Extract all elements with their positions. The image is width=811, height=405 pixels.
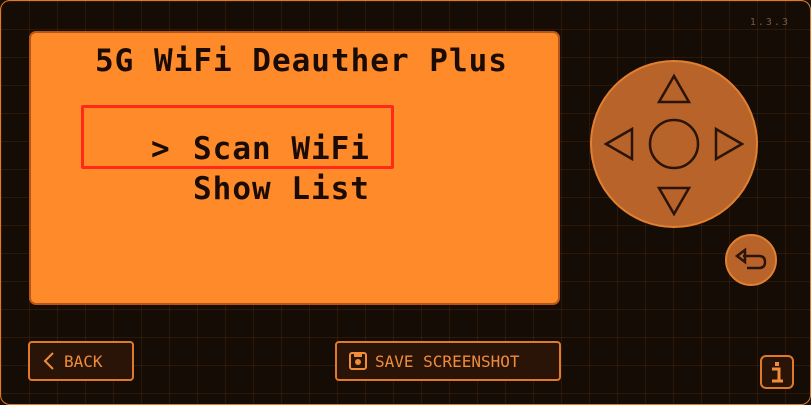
selection-highlight <box>81 105 394 169</box>
device-frame: 1.3.3 5G WiFi Deauther Plus > Scan WiFi … <box>0 0 811 405</box>
info-icon <box>772 362 783 383</box>
dpad <box>590 60 758 228</box>
triangle-left-icon[interactable] <box>603 126 634 162</box>
screen-title: 5G WiFi Deauther Plus <box>95 43 508 79</box>
chevron-left-icon <box>43 352 54 370</box>
center-button[interactable] <box>648 118 700 170</box>
triangle-down-icon[interactable] <box>656 186 692 217</box>
triangle-up-icon[interactable] <box>656 73 692 104</box>
save-icon <box>349 352 367 370</box>
menu-item-show-list[interactable]: Show List <box>193 171 370 207</box>
return-arrow-icon <box>734 247 767 270</box>
return-button[interactable] <box>725 234 777 286</box>
back-button-label: BACK <box>64 351 103 371</box>
display-screen: 5G WiFi Deauther Plus > Scan WiFi Show L… <box>29 31 560 305</box>
info-button[interactable] <box>760 355 794 389</box>
triangle-right-icon[interactable] <box>714 126 745 162</box>
back-button[interactable]: BACK <box>28 341 134 381</box>
save-screenshot-label: SAVE SCREENSHOT <box>375 351 520 371</box>
version-label: 1.3.3 <box>749 17 790 28</box>
save-screenshot-button[interactable]: SAVE SCREENSHOT <box>335 341 561 381</box>
